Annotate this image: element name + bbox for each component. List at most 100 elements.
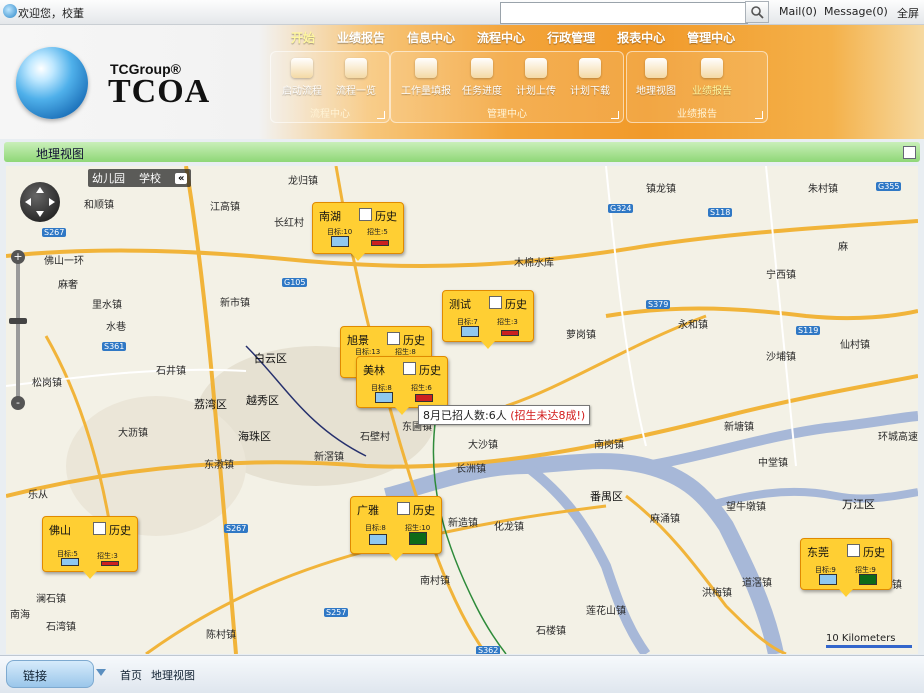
tab-kindergarten[interactable]: 幼儿园: [92, 170, 125, 186]
tab-school[interactable]: 学校: [139, 170, 161, 186]
search-icon: [751, 6, 764, 19]
nav-performance-report[interactable]: 业绩报告: [326, 27, 396, 47]
history-checkbox[interactable]: [387, 332, 400, 345]
header: TCGroup® TCOA 开始 业绩报告 信息中心 流程中心 行政管理 报表中…: [0, 25, 924, 139]
map-label: 望牛墩镇: [726, 502, 766, 513]
expand-corner-icon[interactable]: [377, 111, 385, 119]
tooltip-warning: (招生未达8成!): [510, 409, 586, 422]
map-label: 新滘镇: [314, 452, 344, 463]
group-performance-report: 地理视图 业绩报告 业绩报告: [626, 51, 768, 123]
plan-upload-button[interactable]: 计划上传: [511, 58, 561, 97]
map-label: 朱村镇: [808, 184, 838, 195]
enrolled-bar: [501, 330, 519, 336]
map-label: 新塘镇: [724, 422, 754, 433]
map-label: 越秀区: [246, 394, 279, 407]
map-label: 莲花山镇: [586, 606, 626, 617]
enrollment-tooltip: 8月已招人数:6人 (招生未达8成!): [418, 405, 591, 425]
history-checkbox[interactable]: [359, 208, 372, 221]
message-link[interactable]: Message(0): [824, 5, 888, 18]
links-button[interactable]: 链接: [6, 660, 94, 688]
history-checkbox[interactable]: [93, 522, 106, 535]
group-management-center: 工作量填报 任务进度 计划上传 计划下载 管理中心: [390, 51, 624, 123]
history-checkbox[interactable]: [847, 544, 860, 557]
task-progress-button[interactable]: 任务进度: [457, 58, 507, 97]
school-pin-guangya[interactable]: 广雅 历史 目标:8 招生:10: [350, 496, 442, 561]
road-shield: G324: [608, 204, 634, 213]
road-shield: S257: [324, 608, 349, 617]
road-shield: S119: [796, 326, 821, 335]
road-shield: S361: [102, 342, 127, 351]
target-bar: [819, 574, 837, 585]
school-pin-meilin[interactable]: 美林 历史 目标:8 招生:6: [356, 356, 448, 415]
school-pin-test[interactable]: 测试 历史 目标:7 招生:3: [442, 290, 534, 349]
map-label: 道滘镇: [742, 578, 772, 589]
zoom-handle[interactable]: [9, 318, 27, 324]
map-label: 木棉水库: [514, 258, 554, 269]
zoom-in-button[interactable]: +: [11, 250, 25, 264]
breadcrumb-home[interactable]: 首页: [120, 667, 142, 683]
globe-logo-icon: [16, 47, 88, 119]
zoom-out-button[interactable]: -: [11, 396, 25, 410]
maximize-panel-button[interactable]: [903, 146, 916, 159]
nav-admin[interactable]: 行政管理: [536, 27, 606, 47]
chevron-down-icon[interactable]: [96, 669, 106, 676]
pan-left-icon[interactable]: [25, 198, 31, 206]
map-category-tabs: 幼儿园 学校 «: [88, 169, 192, 187]
group-title: 管理中心: [487, 109, 527, 120]
plan-download-button[interactable]: 计划下载: [565, 58, 615, 97]
launch-process-button[interactable]: 启动流程: [277, 58, 327, 97]
pan-up-icon[interactable]: [36, 187, 44, 193]
nav-management-center[interactable]: 管理中心: [676, 27, 746, 47]
map-label: 中堂镇: [758, 458, 788, 469]
workload-report-button[interactable]: 工作量填报: [395, 58, 457, 97]
pan-right-icon[interactable]: [49, 198, 55, 206]
map-label: 万江区: [842, 498, 875, 511]
nav-process-center[interactable]: 流程中心: [466, 27, 536, 47]
process-list-button[interactable]: 流程一览: [331, 58, 381, 97]
school-pin-foshan[interactable]: 佛山 历史 目标:5 招生:3: [42, 516, 138, 579]
nav-start[interactable]: 开始: [280, 27, 326, 47]
nav-report-center[interactable]: 报表中心: [606, 27, 676, 47]
fullscreen-link[interactable]: 全屏: [897, 5, 919, 21]
zoom-slider[interactable]: + -: [9, 250, 27, 410]
scale-label: 10 Kilometers: [826, 633, 896, 644]
launch-process-icon: [291, 58, 313, 78]
map-view[interactable]: 龙归镇 和顺镇 江高镇 长红村 佛山一环 麻奢 里水镇 水巷 新市镇 白云区 石…: [6, 166, 918, 654]
upload-icon: [525, 58, 547, 78]
enrolled-bar: [101, 561, 119, 566]
collapse-tabs-button[interactable]: «: [175, 172, 188, 184]
history-checkbox[interactable]: [403, 362, 416, 375]
school-pin-dongguan[interactable]: 东莞 历史 目标:9 招生:9: [800, 538, 892, 597]
target-bar: [61, 558, 79, 566]
map-label: 长洲镇: [456, 464, 486, 475]
performance-report-button[interactable]: 业绩报告: [687, 58, 737, 97]
pan-control[interactable]: [20, 182, 60, 222]
geo-view-button[interactable]: 地理视图: [631, 58, 681, 97]
map-label: 新市镇: [220, 298, 250, 309]
road-shield: S379: [646, 300, 671, 309]
enrolled-bar: [409, 532, 427, 545]
mail-link[interactable]: Mail(0): [779, 5, 817, 18]
map-label: 环城高速: [878, 432, 918, 443]
breadcrumb-current[interactable]: 地理视图: [151, 667, 195, 683]
process-list-icon: [345, 58, 367, 78]
group-title: 业绩报告: [677, 109, 717, 120]
report-icon: [701, 58, 723, 78]
search-input[interactable]: [500, 2, 748, 24]
expand-corner-icon[interactable]: [755, 111, 763, 119]
map-label: 长红村: [274, 218, 304, 229]
history-checkbox[interactable]: [489, 296, 502, 309]
history-checkbox[interactable]: [397, 502, 410, 515]
map-label: 新造镇: [448, 518, 478, 529]
download-icon: [579, 58, 601, 78]
expand-corner-icon[interactable]: [611, 111, 619, 119]
zoom-track[interactable]: [16, 262, 20, 398]
map-label: 洪梅镇: [702, 588, 732, 599]
search-button[interactable]: [745, 1, 769, 23]
page-title: 地理视图: [36, 147, 85, 161]
road-shield: G105: [282, 278, 308, 287]
pan-down-icon[interactable]: [36, 211, 44, 217]
workload-icon: [415, 58, 437, 78]
school-pin-nanhu[interactable]: 南湖 历史 目标:10 招生:5: [312, 202, 404, 261]
nav-info-center[interactable]: 信息中心: [396, 27, 466, 47]
